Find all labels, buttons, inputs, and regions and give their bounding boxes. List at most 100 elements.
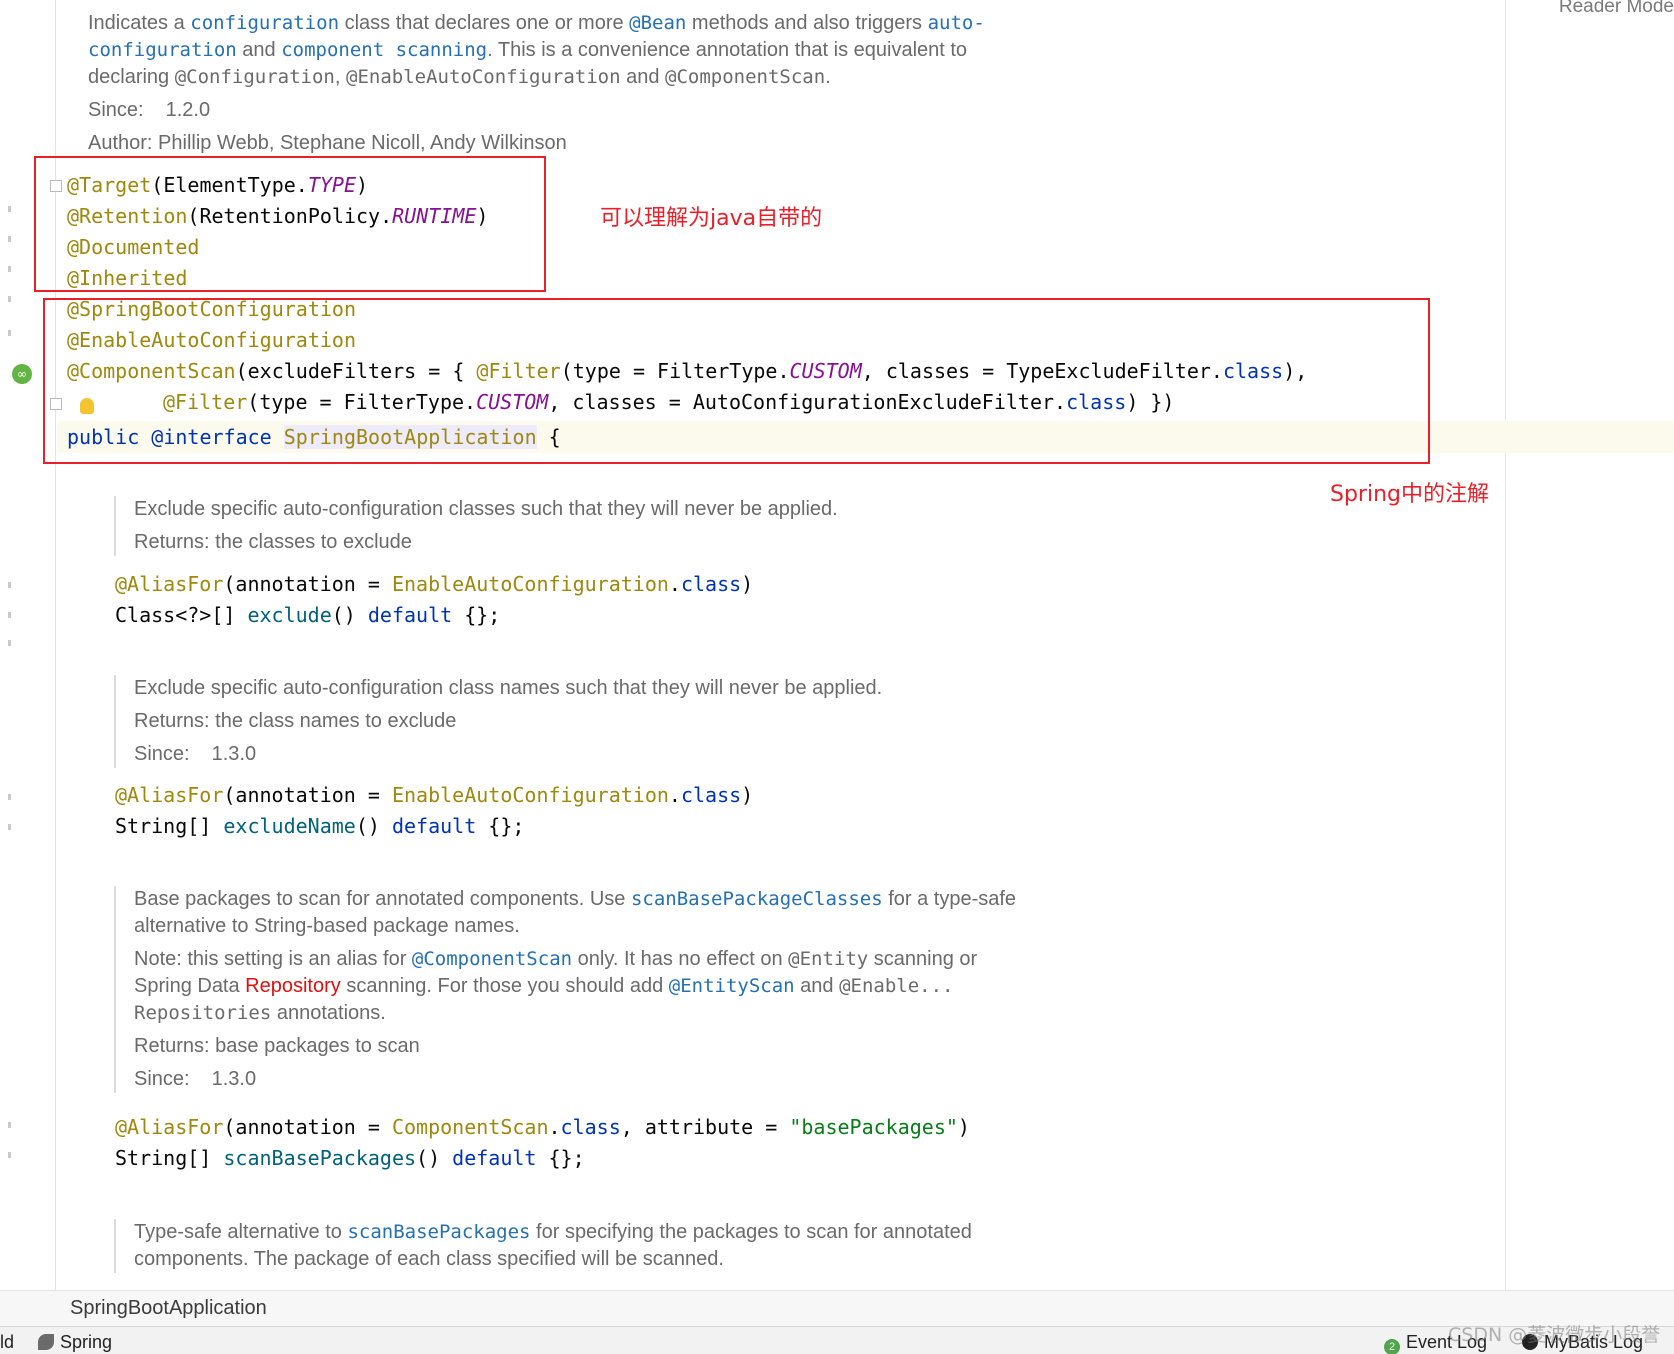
method-name[interactable]: excludeName bbox=[223, 814, 355, 838]
doc-code: @EnableAutoConfiguration bbox=[346, 66, 621, 88]
spring-bean-gutter-icon[interactable]: ∞ bbox=[12, 364, 32, 384]
breadcrumb-item[interactable]: SpringBootApplication bbox=[70, 1297, 267, 1320]
doc-text: alternative to String-based package name… bbox=[134, 915, 520, 937]
code-line-exclude-decl[interactable]: Class<?>[] exclude() default {}; bbox=[115, 601, 500, 629]
code-text: String[] bbox=[115, 814, 224, 838]
since-label: Since: bbox=[88, 99, 144, 121]
doc-text: Base packages to scan for annotated comp… bbox=[134, 888, 631, 910]
code-keyword: class bbox=[560, 1115, 621, 1139]
doc-text: and bbox=[794, 975, 840, 997]
csdn-watermark: CSDN @菱波微步小段誉 bbox=[1448, 1324, 1661, 1346]
doc-text: Exclude specific auto-configuration clas… bbox=[134, 677, 883, 699]
spring-annotations-highlight-box bbox=[43, 298, 1430, 464]
tool-window-tab-spring[interactable]: Spring bbox=[38, 1332, 112, 1353]
doc-link-bean[interactable]: @Bean bbox=[629, 12, 686, 34]
doc-link-componentscan[interactable]: @ComponentScan bbox=[412, 948, 572, 970]
code-text: {}; bbox=[476, 814, 525, 838]
code-text: (annotation = bbox=[223, 572, 392, 596]
status-bar: ld Spring 2 Event Log MyBatis Log bbox=[0, 1326, 1674, 1354]
annotation-aliasfor[interactable]: @AliasFor bbox=[115, 572, 223, 596]
doc-text: methods and also triggers bbox=[686, 12, 928, 34]
gutter-marker bbox=[8, 236, 11, 242]
code-line-exclude-name-decl[interactable]: String[] excludeName() default {}; bbox=[115, 812, 524, 840]
code-line-alias-scan[interactable]: @AliasFor(annotation = ComponentScan.cla… bbox=[115, 1113, 970, 1141]
annotation-reference[interactable]: ComponentScan bbox=[392, 1115, 549, 1139]
breadcrumb: SpringBootApplication bbox=[0, 1290, 1674, 1326]
annotation-reference[interactable]: EnableAutoConfiguration bbox=[392, 572, 669, 596]
method-name[interactable]: scanBasePackages bbox=[223, 1146, 416, 1170]
doc-code: @Configuration bbox=[174, 66, 335, 88]
code-line-alias-exclude-name[interactable]: @AliasFor(annotation = EnableAutoConfigu… bbox=[115, 781, 753, 809]
class-javadoc: Indicates a configuration class that dec… bbox=[88, 10, 1088, 157]
doc-link-component-scanning[interactable]: component scanning bbox=[281, 39, 487, 61]
doc-text: and bbox=[236, 39, 282, 61]
code-text: ) bbox=[741, 783, 754, 807]
exclude-name-javadoc: Exclude specific auto-configuration clas… bbox=[114, 675, 1114, 768]
annotation-aliasfor[interactable]: @AliasFor bbox=[115, 783, 223, 807]
doc-code: @Enable... bbox=[839, 975, 954, 997]
event-count-badge: 2 bbox=[1384, 1339, 1400, 1354]
code-text: () bbox=[355, 814, 392, 838]
doc-link-repository[interactable]: Repository bbox=[245, 975, 341, 997]
code-text: () bbox=[416, 1146, 453, 1170]
code-text: (annotation = bbox=[223, 783, 392, 807]
code-keyword: class bbox=[680, 783, 742, 807]
gutter-marker bbox=[8, 206, 11, 212]
code-line-scan-decl[interactable]: String[] scanBasePackages() default {}; bbox=[115, 1144, 585, 1172]
code-keyword: class bbox=[680, 572, 742, 596]
doc-text: and bbox=[620, 66, 666, 88]
returns-line: Returns: the class names to exclude bbox=[134, 710, 457, 732]
since-label: Since: bbox=[134, 1068, 190, 1090]
doc-text: Indicates a bbox=[88, 12, 191, 34]
exclude-javadoc: Exclude specific auto-configuration clas… bbox=[114, 496, 1114, 556]
doc-link-auto-configuration[interactable]: configuration bbox=[88, 39, 237, 61]
doc-code: @Entity bbox=[788, 948, 869, 970]
gutter-marker bbox=[8, 824, 11, 830]
doc-text: declaring bbox=[88, 66, 175, 88]
code-text: ) bbox=[957, 1115, 970, 1139]
code-text: {}; bbox=[452, 603, 501, 627]
java-annotations-note: 可以理解为java自带的 bbox=[600, 206, 823, 231]
doc-text: only. It has no effect on bbox=[572, 948, 789, 970]
code-string: "basePackages" bbox=[789, 1115, 958, 1139]
since-label: Since: bbox=[134, 743, 190, 765]
since-value: 1.3.0 bbox=[211, 743, 257, 765]
java-annotations-highlight-box bbox=[34, 156, 546, 292]
scan-base-packages-javadoc: Base packages to scan for annotated comp… bbox=[114, 886, 1114, 1093]
code-keyword: default bbox=[367, 603, 453, 627]
doc-link-scanbasepackages[interactable]: scanBasePackages bbox=[347, 1221, 530, 1243]
code-line-alias-exclude[interactable]: @AliasFor(annotation = EnableAutoConfigu… bbox=[115, 570, 753, 598]
gutter-marker bbox=[8, 612, 11, 618]
code-text: {}; bbox=[536, 1146, 585, 1170]
scan-base-package-classes-javadoc: Type-safe alternative to scanBasePackage… bbox=[114, 1219, 1114, 1273]
doc-text: , bbox=[334, 66, 346, 88]
doc-link-configuration[interactable]: configuration bbox=[190, 12, 339, 34]
doc-text: class that declares one or more bbox=[339, 12, 630, 34]
doc-text: Exclude specific auto-configuration clas… bbox=[134, 498, 838, 520]
code-keyword: default bbox=[452, 1146, 537, 1170]
doc-text: for a type-safe bbox=[882, 888, 1017, 910]
tool-window-tab-build[interactable]: ld bbox=[0, 1332, 14, 1353]
doc-link-auto-configuration[interactable]: auto- bbox=[928, 12, 985, 34]
returns-line: Returns: the classes to exclude bbox=[134, 531, 412, 553]
doc-link-entityscan[interactable]: @EntityScan bbox=[669, 975, 795, 997]
gutter-marker bbox=[8, 794, 11, 800]
annotation-reference[interactable]: EnableAutoConfiguration bbox=[392, 783, 669, 807]
code-text: , attribute = bbox=[620, 1115, 790, 1139]
gutter-marker bbox=[8, 582, 11, 588]
reader-mode-toggle[interactable]: Reader Mode bbox=[1559, 0, 1674, 18]
doc-text: . bbox=[825, 66, 831, 88]
doc-text: scanning. For those you should add bbox=[340, 975, 669, 997]
doc-text: Note: this setting is an alias for bbox=[134, 948, 412, 970]
doc-text: . This is a convenience annotation that … bbox=[487, 39, 968, 61]
method-name[interactable]: exclude bbox=[247, 603, 331, 627]
gutter-marker bbox=[8, 640, 11, 646]
returns-line: Returns: base packages to scan bbox=[134, 1035, 420, 1057]
gutter-marker bbox=[8, 1152, 11, 1158]
doc-link-scanbasepackageclasses[interactable]: scanBasePackageClasses bbox=[631, 888, 883, 910]
gutter-marker bbox=[8, 266, 11, 272]
code-text: . bbox=[668, 572, 681, 596]
since-value: 1.2.0 bbox=[165, 99, 211, 121]
doc-code: @ComponentScan bbox=[665, 66, 826, 88]
annotation-aliasfor[interactable]: @AliasFor bbox=[115, 1115, 223, 1139]
